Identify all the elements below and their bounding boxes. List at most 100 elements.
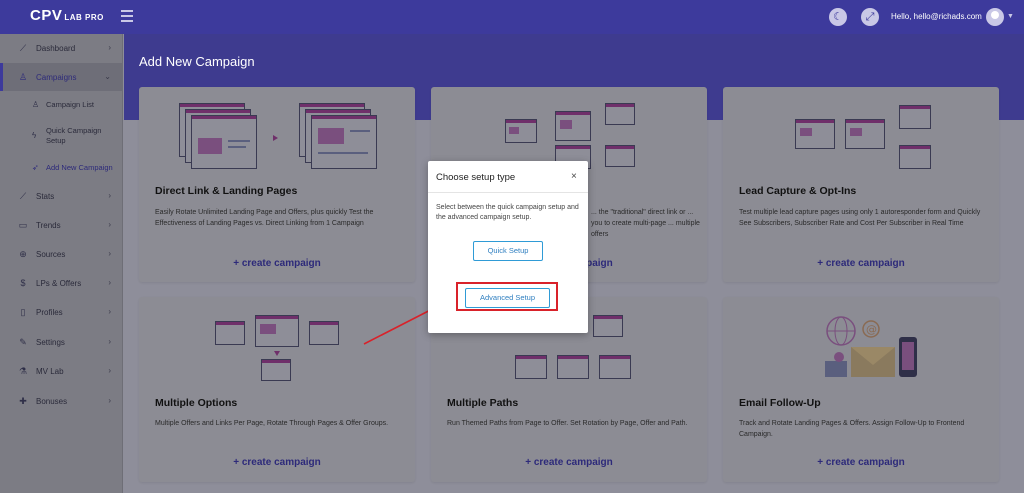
- page-icon: [555, 111, 591, 141]
- chevron-right-icon: ›: [108, 220, 111, 229]
- sidebar-item-trends[interactable]: ▭ Trends ›: [0, 211, 123, 239]
- campaign-card-multiple-options: Multiple Options Multiple Offers and Lin…: [139, 297, 415, 482]
- quick-setup-button[interactable]: Quick Setup: [473, 241, 543, 261]
- chevron-right-icon: ›: [108, 43, 111, 52]
- page-icon: [899, 145, 931, 169]
- page-icon: [515, 355, 547, 379]
- card-description: Easily Rotate Unlimited Landing Page and…: [155, 209, 374, 227]
- wrench-icon: ✎: [19, 337, 27, 347]
- sidebar-item-lps-offers[interactable]: $ LPs & Offers ›: [0, 269, 123, 297]
- logo-text: CPV: [30, 7, 63, 24]
- sidebar-item-dashboard[interactable]: ⟋ Dashboard ›: [0, 34, 123, 62]
- sidebar-item-mv-lab[interactable]: ⚗ MV Lab ›: [0, 357, 123, 385]
- sidebar-subitem-label: Add New Campaign: [46, 163, 113, 172]
- direct-link-illustration: [177, 101, 377, 173]
- person-icon: ♙: [32, 100, 40, 109]
- chevron-right-icon: ›: [108, 366, 111, 375]
- page-icon: [255, 315, 299, 347]
- stats-icon: ⟋: [19, 191, 27, 201]
- advanced-setup-highlight: [456, 282, 558, 311]
- page-icon: [845, 119, 885, 149]
- page-icon: [899, 105, 931, 129]
- multiple-options-illustration: [213, 311, 343, 383]
- sidebar-item-profiles[interactable]: ▯ Profiles ›: [0, 298, 123, 326]
- create-campaign-link[interactable]: + create campaign: [139, 258, 415, 269]
- sidebar-item-label: Dashboard: [36, 44, 76, 53]
- page-icon: [557, 355, 589, 379]
- svg-text:@: @: [866, 323, 877, 336]
- trends-icon: ▭: [18, 220, 28, 230]
- chevron-down-icon: ⌄: [104, 72, 111, 81]
- lab-icon: ⚗: [18, 366, 28, 376]
- sidebar-subitem-label: Quick Campaign Setup: [46, 126, 102, 145]
- campaign-card-direct-link: Direct Link & Landing Pages Easily Rotat…: [139, 87, 415, 282]
- card-description: Test multiple lead capture pages using o…: [739, 209, 981, 227]
- bolt-icon: ϟ: [32, 131, 37, 140]
- modal-description: Select between the quick campaign setup …: [436, 204, 579, 221]
- gift-icon: ✚: [19, 396, 27, 406]
- campaign-card-email-followup: @ Email Follow-Up Track and Rotate Landi…: [723, 297, 999, 482]
- dark-mode-icon[interactable]: ☾: [829, 8, 847, 26]
- chevron-right-icon: ›: [108, 278, 111, 287]
- page-icon: [605, 145, 635, 167]
- sidebar-item-stats[interactable]: ⟋ Stats ›: [0, 182, 123, 210]
- app-logo[interactable]: CPV LAB PRO: [30, 7, 104, 24]
- sidebar-item-label: Bonuses: [36, 397, 68, 406]
- chevron-down-icon[interactable]: ▼: [1007, 13, 1014, 20]
- menu-toggle-icon[interactable]: [121, 10, 133, 22]
- arrow-right-icon: [273, 135, 278, 141]
- close-icon[interactable]: ×: [571, 171, 577, 182]
- page-icon: [505, 119, 537, 143]
- sidebar-subitem-add-new-campaign[interactable]: ➶ Add New Campaign: [0, 163, 123, 177]
- user-greeting[interactable]: Hello, hello@richads.com: [891, 12, 982, 21]
- file-icon: ▯: [20, 307, 26, 317]
- lead-capture-illustration: [793, 101, 933, 171]
- page-icon: [261, 359, 291, 381]
- page-icon: [593, 315, 623, 337]
- modal-header: Choose setup type ×: [428, 161, 588, 193]
- dollar-icon: $: [20, 278, 26, 288]
- modal-title: Choose setup type: [436, 172, 516, 183]
- rocket-icon: ➶: [32, 163, 39, 172]
- create-campaign-link[interactable]: + create campaign: [431, 457, 707, 468]
- card-title: Multiple Paths: [447, 397, 519, 409]
- sidebar-item-label: Trends: [36, 221, 61, 230]
- card-title: Direct Link & Landing Pages: [155, 185, 298, 197]
- page-icon: [605, 103, 635, 125]
- sidebar-item-label: Profiles: [36, 308, 63, 317]
- top-bar: CPV LAB PRO ☾ ⤢ Hello, hello@richads.com …: [0, 0, 1024, 34]
- sidebar-item-bonuses[interactable]: ✚ Bonuses ›: [0, 387, 123, 415]
- avatar[interactable]: [986, 8, 1004, 26]
- sidebar-item-label: Campaigns: [36, 73, 77, 82]
- page-title: Add New Campaign: [139, 54, 255, 69]
- card-title: Multiple Options: [155, 397, 238, 409]
- sidebar-item-label: Stats: [36, 192, 55, 201]
- create-campaign-link[interactable]: + create campaign: [723, 258, 999, 269]
- page-icon: [309, 321, 339, 345]
- card-description: Multiple Offers and Links Per Page, Rota…: [155, 420, 389, 427]
- card-description: ... the "traditional" direct link or ...…: [591, 209, 700, 238]
- sidebar: ⟋ Dashboard › ♙ Campaigns ⌄ ♙ Campaign L…: [0, 34, 123, 493]
- chevron-right-icon: ›: [108, 307, 111, 316]
- create-campaign-link[interactable]: + create campaign: [139, 457, 415, 468]
- fullscreen-icon[interactable]: ⤢: [861, 8, 879, 26]
- sidebar-item-label: Settings: [36, 338, 65, 347]
- chevron-right-icon: ›: [108, 249, 111, 258]
- create-campaign-link[interactable]: + create campaign: [723, 457, 999, 468]
- chevron-right-icon: ›: [108, 396, 111, 405]
- campaign-card-lead-capture: Lead Capture & Opt-Ins Test multiple lea…: [723, 87, 999, 282]
- chart-line-icon: ⟋: [19, 43, 27, 53]
- sidebar-subitem-campaign-list[interactable]: ♙ Campaign List: [0, 100, 123, 114]
- arrow-down-icon: [274, 351, 280, 356]
- chevron-right-icon: ›: [108, 191, 111, 200]
- page-icon: [795, 119, 835, 149]
- sidebar-item-label: Sources: [36, 250, 66, 259]
- card-description: Track and Rotate Landing Pages & Offers.…: [739, 420, 965, 438]
- sidebar-item-label: LPs & Offers: [36, 279, 82, 288]
- sidebar-subitem-quick-campaign-setup[interactable]: ϟ Quick Campaign Setup: [0, 126, 123, 148]
- card-title: Lead Capture & Opt-Ins: [739, 185, 857, 197]
- sidebar-subitem-label: Campaign List: [46, 100, 94, 109]
- sidebar-item-campaigns[interactable]: ♙ Campaigns ⌄: [0, 63, 123, 91]
- sidebar-item-settings[interactable]: ✎ Settings ›: [0, 328, 123, 356]
- sidebar-item-sources[interactable]: ⊕ Sources ›: [0, 240, 123, 268]
